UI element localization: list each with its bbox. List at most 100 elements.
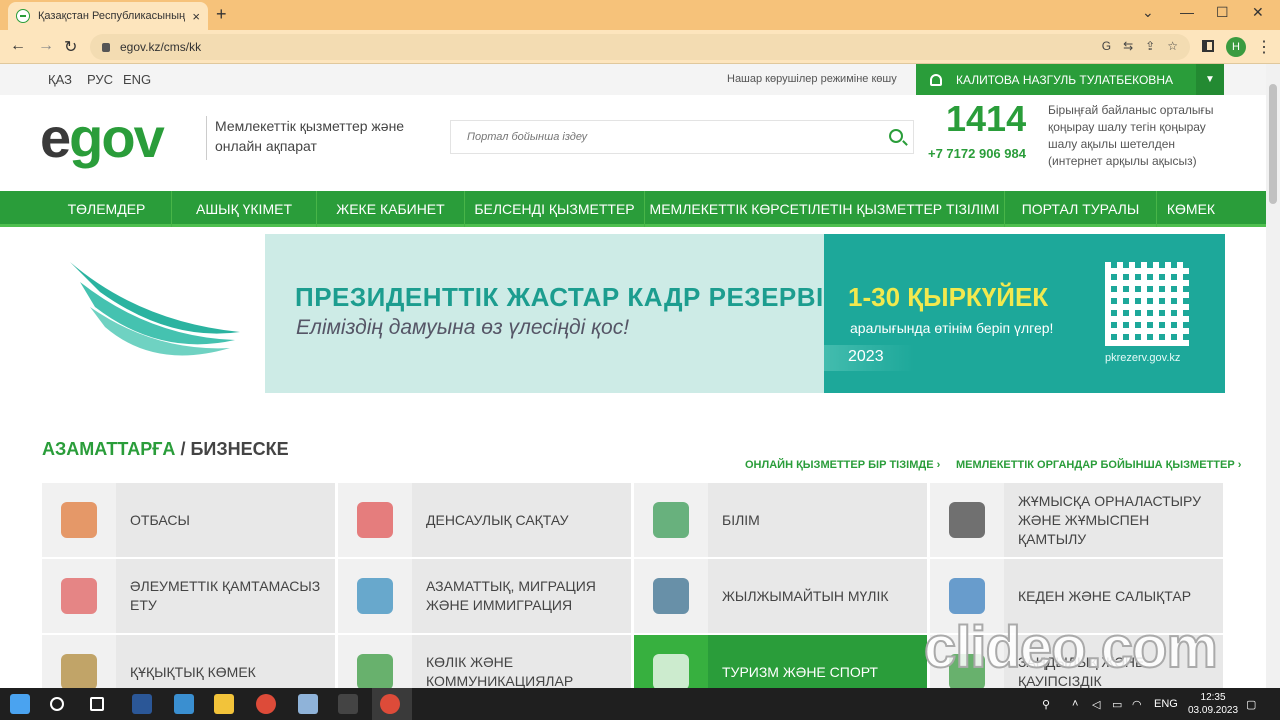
egov-favicon-icon xyxy=(16,9,30,23)
category-icon-box xyxy=(42,635,116,688)
wifi-icon[interactable]: ◠ xyxy=(1132,698,1142,711)
new-tab-button[interactable]: + xyxy=(216,4,227,25)
browser-tab[interactable]: Қазақстан Республикасының Э × xyxy=(8,2,208,30)
building-icon xyxy=(653,578,689,614)
browser-menu-icon[interactable]: ⋮ xyxy=(1256,37,1272,57)
google-icon[interactable]: G xyxy=(1102,39,1111,53)
category-tile[interactable]: ТУРИЗМ ЖӘНЕ СПОРТ xyxy=(634,635,927,688)
books-icon xyxy=(653,502,689,538)
services-by-agency-link[interactable]: МЕМЛЕКЕТТІК ОРГАНДАР БОЙЫНША ҚЫЗМЕТТЕР › xyxy=(956,459,1241,471)
task-view-icon[interactable] xyxy=(90,697,104,711)
category-icon-box xyxy=(930,483,1004,557)
system-clock[interactable]: 12:35 03.09.2023 xyxy=(1188,691,1238,717)
egov-logo[interactable]: egov xyxy=(40,108,165,168)
translate-icon[interactable]: ⇆ xyxy=(1123,39,1133,53)
social-care-icon xyxy=(61,578,97,614)
maximize-button[interactable]: ☐ xyxy=(1216,4,1229,21)
category-tile[interactable]: ҚҰҚЫҚТЫҚ КӨМЕК xyxy=(42,635,335,688)
banner-subtitle: Еліміздің дамуына өз үлесіңді қос! xyxy=(296,316,630,339)
category-icon-box xyxy=(42,483,116,557)
user-account-button[interactable]: КАЛИТОВА НАЗГУЛЬ ТУЛАТБЕКОВНА xyxy=(916,64,1196,95)
lang-eng[interactable]: ENG xyxy=(123,72,151,87)
category-tile[interactable]: ЖЫЛЖЫМАЙТЫН МҮЛІК xyxy=(634,559,927,633)
nav-about-portal[interactable]: ПОРТАЛ ТУРАЛЫ xyxy=(1005,191,1157,227)
notifications-icon[interactable]: ▢ xyxy=(1246,698,1256,711)
chrome-profile-icon[interactable] xyxy=(380,694,400,714)
user-dropdown-icon[interactable]: ▼ xyxy=(1196,64,1224,95)
scrollbar-thumb[interactable] xyxy=(1269,84,1277,204)
tray-chevron-icon[interactable]: ˄ xyxy=(1072,698,1078,710)
category-icon-box xyxy=(634,483,708,557)
forward-button[interactable]: → xyxy=(38,37,54,55)
volume-icon[interactable]: ◁ xyxy=(1092,698,1100,711)
file-explorer-icon[interactable] xyxy=(214,694,234,714)
clock-date: 03.09.2023 xyxy=(1188,705,1239,716)
chrome-icon[interactable] xyxy=(256,694,276,714)
back-button[interactable]: ← xyxy=(10,37,26,55)
share-icon[interactable]: ⇪ xyxy=(1145,39,1155,53)
nav-services-register[interactable]: МЕМЛЕКЕТТІК КӨРСЕТІЛЕТІН ҚЫЗМЕТТЕР ТІЗІЛ… xyxy=(645,191,1005,227)
search-input[interactable] xyxy=(467,131,867,143)
word-icon[interactable] xyxy=(132,694,152,714)
reload-button[interactable]: ↻ xyxy=(64,37,77,57)
minimize-button[interactable]: — xyxy=(1180,4,1194,20)
health-icon xyxy=(357,502,393,538)
nav-help[interactable]: КӨМЕК xyxy=(1157,191,1225,227)
contact-center-text: Бірыңғай байланыс орталығы қоңырау шалу … xyxy=(1048,103,1214,168)
category-label: АЗАМАТТЫҚ, МИГРАЦИЯ ЖӘНЕ ИММИГРАЦИЯ xyxy=(426,578,596,613)
category-label: ОТБАСЫ xyxy=(130,511,190,528)
category-tile[interactable]: ЖҰМЫСҚА ОРНАЛАСТЫРУ ЖӘНЕ ЖҰМЫСПЕН ҚАМТЫЛ… xyxy=(930,483,1223,557)
banner-right-panel: 1-30 ҚЫРКҮЙЕК аралығында өтінім беріп үл… xyxy=(824,234,1225,393)
low-vision-link[interactable]: Нашар көрушілер режиміне көшу xyxy=(727,73,897,85)
side-panel-icon[interactable] xyxy=(1202,40,1214,52)
search-icon[interactable] xyxy=(50,697,64,711)
profile-avatar[interactable]: H xyxy=(1226,37,1246,57)
sport-icon xyxy=(653,654,689,688)
input-language[interactable]: ENG xyxy=(1154,698,1178,710)
category-tile[interactable]: ӘЛЕУМЕТТІК ҚАМТАМАСЫЗ ЕТУ xyxy=(42,559,335,633)
url-field[interactable]: egov.kz/cms/kk G ⇆ ⇪ ☆ xyxy=(90,34,1190,60)
tab-title: Қазақстан Республикасының Э xyxy=(38,10,187,22)
egov-page: ҚАЗ РУС ENG Нашар көрушілер режиміне көш… xyxy=(0,64,1266,688)
desktop-icon[interactable] xyxy=(174,694,194,714)
tab-search-icon[interactable]: ⌄ xyxy=(1142,4,1154,21)
main-navigation: ТӨЛЕМДЕР АШЫҚ ҮКІМЕТ ЖЕКЕ КАБИНЕТ БЕЛСЕН… xyxy=(0,191,1266,227)
online-services-list-link[interactable]: ОНЛАЙН ҚЫЗМЕТТЕР БІР ТІЗІМДЕ › xyxy=(745,459,940,471)
lang-rus[interactable]: РУС xyxy=(87,72,113,87)
close-window-button[interactable]: ✕ xyxy=(1252,4,1264,21)
network-icon[interactable]: ▭ xyxy=(1112,698,1122,711)
category-tile[interactable]: АЗАМАТТЫҚ, МИГРАЦИЯ ЖӘНЕ ИММИГРАЦИЯ xyxy=(338,559,631,633)
category-tile[interactable]: ОТБАСЫ xyxy=(42,483,335,557)
category-label: ӘЛЕУМЕТТІК ҚАМТАМАСЫЗ ЕТУ xyxy=(130,578,321,613)
tab-business[interactable]: БИЗНЕСКЕ xyxy=(190,439,288,459)
category-icon-box xyxy=(634,559,708,633)
nav-payments[interactable]: ТӨЛЕМДЕР xyxy=(42,191,172,227)
lang-kaz[interactable]: ҚАЗ xyxy=(48,72,72,87)
page-scrollbar[interactable] xyxy=(1266,64,1280,688)
windows-start-icon[interactable] xyxy=(10,694,30,714)
notepad-icon[interactable] xyxy=(298,694,318,714)
category-tile[interactable]: ДЕНСАУЛЫҚ САҚТАУ xyxy=(338,483,631,557)
phone-short-number[interactable]: 1414 xyxy=(946,98,1026,140)
category-icon-box xyxy=(338,635,412,688)
nav-open-government[interactable]: АШЫҚ ҮКІМЕТ xyxy=(172,191,317,227)
address-bar-row: ← → ↻ egov.kz/cms/kk G ⇆ ⇪ ☆ xyxy=(0,30,1280,64)
section-title: АЗАМАТТАРҒА / БИЗНЕСКЕ xyxy=(42,439,289,459)
category-tile[interactable]: КӨЛІК ЖӘНЕ КОММУНИКАЦИЯЛАР xyxy=(338,635,631,688)
people-icon[interactable]: ⚲ xyxy=(1042,698,1050,711)
tab-close-icon[interactable]: × xyxy=(192,9,200,24)
category-icon-box xyxy=(42,559,116,633)
promo-banner[interactable]: ПРЕЗИДЕНТТІК ЖАСТАР КАДР РЕЗЕРВІ Елімізд… xyxy=(265,234,1225,393)
category-label: ҚҰҚЫҚТЫҚ КӨМЕК xyxy=(130,663,256,680)
wing-logo-icon xyxy=(70,262,240,356)
phone-full-number[interactable]: +7 7172 906 984 xyxy=(928,146,1026,161)
logo-divider xyxy=(206,116,207,160)
category-tile[interactable]: БІЛІМ xyxy=(634,483,927,557)
nav-active-services[interactable]: БЕЛСЕНДІ ҚЫЗМЕТТЕР xyxy=(465,191,645,227)
scales-icon xyxy=(61,654,97,688)
tab-citizens[interactable]: АЗАМАТТАРҒА xyxy=(42,439,175,459)
search-icon[interactable] xyxy=(889,129,903,143)
obs-icon[interactable] xyxy=(338,694,358,714)
nav-personal-cabinet[interactable]: ЖЕКЕ КАБИНЕТ xyxy=(317,191,465,227)
bookmark-star-icon[interactable]: ☆ xyxy=(1167,39,1178,53)
